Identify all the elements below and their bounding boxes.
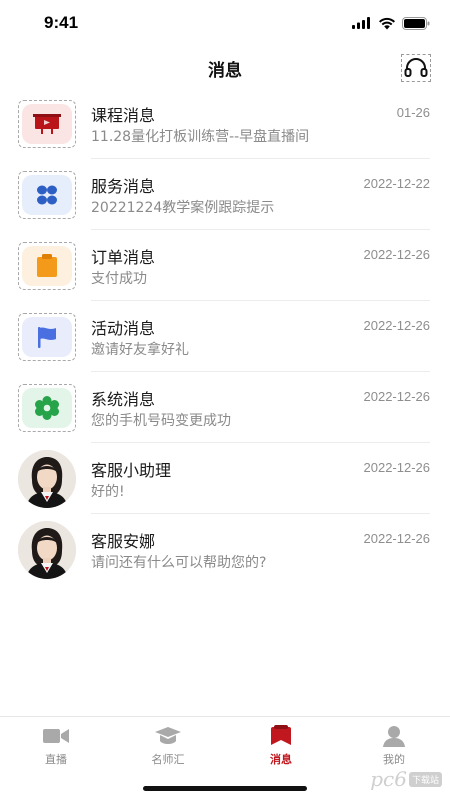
message-title: 活动消息 [91,319,156,338]
message-preview: 好的! [91,484,125,500]
order-tile [22,246,72,286]
message-preview: 请问还有什么可以帮助您的? [91,555,267,571]
message-title: 系统消息 [91,390,156,409]
agent-avatar-icon [18,450,76,508]
user-icon [354,725,434,747]
activity-tile [22,317,72,357]
system-avatar [18,384,76,432]
list-item-anna[interactable]: 客服安娜 请问还有什么可以帮助您的? 2022-12-26 [0,514,450,585]
tab-label: 消息 [270,753,292,766]
message-preview: 支付成功 [91,271,147,287]
nav-bar: 消息 [0,44,450,90]
service-tile [22,175,72,215]
message-date: 01-26 [396,105,430,120]
battery-icon [402,16,430,30]
message-icon [241,725,321,747]
service-icon [37,185,57,205]
wifi-icon [379,17,395,29]
tab-live[interactable]: 直播 [16,725,96,767]
message-preview: 您的手机号码变更成功 [91,413,231,429]
message-date: 2022-12-26 [363,247,431,262]
message-date: 2022-12-26 [363,389,431,404]
status-bar: 9:41 [0,0,450,44]
message-date: 2022-12-26 [363,531,431,546]
video-camera-icon [16,725,96,747]
system-tile [22,388,72,428]
watermark-badge: 下载站 [408,771,442,787]
message-preview: 20221224教学案例跟踪提示 [91,200,275,216]
list-item-assistant[interactable]: 客服小助理 好的! 2022-12-26 [0,443,450,514]
watermark-text: pc6 [370,767,407,791]
status-icons [352,15,430,31]
agent-avatar-icon [18,521,76,579]
tab-profile[interactable]: 我的 [354,725,434,767]
list-item-system[interactable]: 系统消息 您的手机号码变更成功 2022-12-26 [0,372,450,443]
message-title: 课程消息 [91,106,156,125]
course-tile [22,104,72,144]
tab-teachers[interactable]: 名师汇 [128,725,208,767]
signal-icon [352,17,370,29]
message-preview: 11.28量化打板训练营--早盘直播间 [91,129,310,145]
gear-icon [35,396,59,420]
order-avatar [18,242,76,290]
status-time: 9:41 [44,13,79,32]
tab-label: 我的 [383,753,405,766]
graduation-cap-icon [128,725,208,747]
message-date: 2022-12-26 [363,460,431,475]
list-item-activity[interactable]: 活动消息 邀请好友拿好礼 2022-12-26 [0,301,450,372]
headset-icon [404,58,428,77]
tab-label: 名师汇 [151,753,185,766]
agent-avatar [18,450,76,508]
course-icon [33,114,61,134]
course-avatar [18,100,76,148]
message-title: 服务消息 [91,177,156,196]
message-preview: 邀请好友拿好礼 [91,342,189,358]
list-item-course[interactable]: 课程消息 11.28量化打板训练营--早盘直播间 01-26 [0,88,450,159]
flag-icon [38,327,56,348]
message-title: 订单消息 [91,248,156,267]
agent-avatar [18,521,76,579]
home-indicator [143,786,307,791]
tab-label: 直播 [45,753,67,766]
message-list: 课程消息 11.28量化打板训练营--早盘直播间 01-26 服务消息 2022… [0,88,450,585]
watermark-logo: pc6 下载站 [370,766,442,792]
message-title: 客服小助理 [91,461,172,480]
customer-service-button[interactable] [401,54,431,82]
page-title: 消息 [208,61,242,81]
list-item-order[interactable]: 订单消息 支付成功 2022-12-26 [0,230,450,301]
message-title: 客服安娜 [91,532,156,551]
list-item-service[interactable]: 服务消息 20221224教学案例跟踪提示 2022-12-22 [0,159,450,230]
tab-messages[interactable]: 消息 [241,725,321,767]
activity-avatar [18,313,76,361]
message-date: 2022-12-26 [363,318,431,333]
service-avatar [18,171,76,219]
message-date: 2022-12-22 [363,176,431,191]
order-icon [37,254,57,277]
